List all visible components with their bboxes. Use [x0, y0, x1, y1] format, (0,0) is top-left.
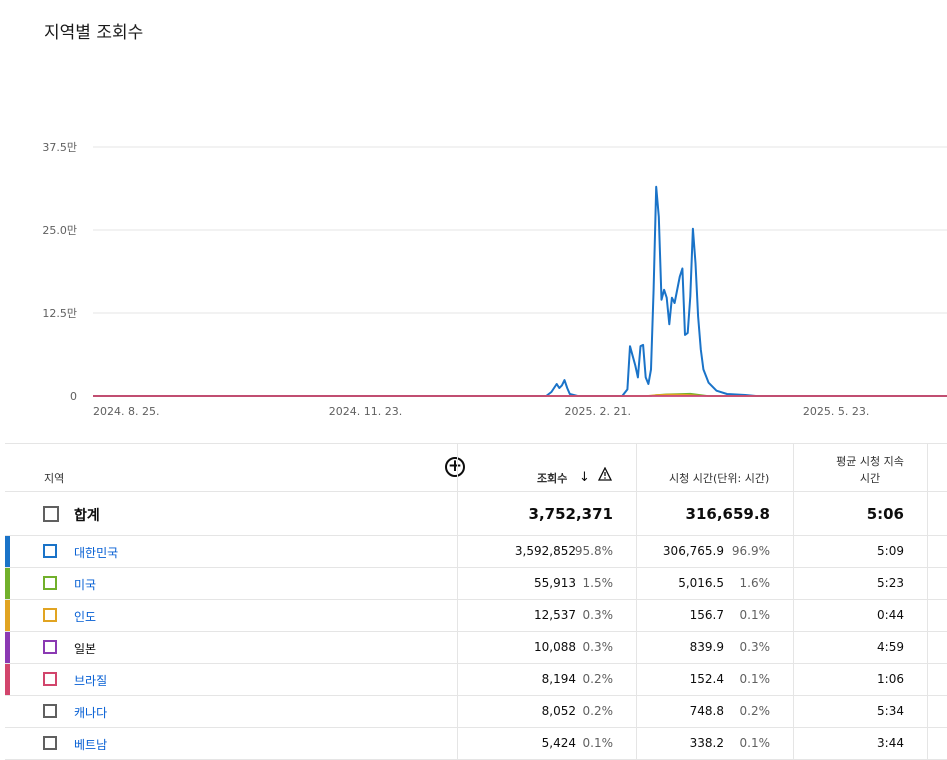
series-color-bar: [5, 568, 10, 599]
views-value: 3,592,852: [514, 544, 576, 558]
views-percent: 1.5%: [582, 576, 614, 590]
table-row: 인도 12,537 0.3% 156.7 0.1% 0:44: [5, 600, 947, 632]
series-line-korea: [93, 185, 947, 397]
region-name[interactable]: 베트남: [74, 736, 107, 753]
row-checkbox[interactable]: [43, 640, 57, 654]
x-tick-label: 2025. 2. 21.: [565, 405, 631, 418]
region-name[interactable]: 캐나다: [74, 704, 107, 721]
watch-time-value: 338.2: [689, 736, 724, 750]
row-checkbox[interactable]: [43, 672, 57, 686]
add-metric-button[interactable]: +: [445, 457, 465, 477]
views-value: 8,052: [541, 704, 576, 718]
views-value: 5,424: [541, 736, 576, 750]
row-checkbox[interactable]: [43, 704, 57, 718]
row-checkbox[interactable]: [43, 736, 57, 750]
series-color-bar: [5, 664, 10, 695]
table-row: 브라질 8,194 0.2% 152.4 0.1% 1:06: [5, 664, 947, 696]
series-color-bar: [5, 632, 10, 663]
watch-time-value: 748.8: [689, 704, 724, 718]
row-checkbox[interactable]: [43, 576, 57, 590]
region-name: 일본: [74, 642, 97, 656]
page-title: 지역별 조회수: [44, 23, 144, 43]
header-views[interactable]: 조회수: [537, 470, 567, 486]
region-name[interactable]: 브라질: [74, 672, 107, 689]
watch-time-percent: 0.3%: [739, 640, 771, 654]
y-tick-label: 12.5만: [42, 307, 77, 320]
watch-time-value: 306,765.9: [662, 544, 724, 558]
watch-time-percent: 1.6%: [739, 576, 771, 590]
series-color-bar: [5, 600, 10, 631]
total-label: 합계: [74, 508, 100, 524]
total-checkbox[interactable]: [43, 506, 59, 522]
table-row: 미국 55,913 1.5% 5,016.5 1.6% 5:23: [5, 568, 947, 600]
warning-icon[interactable]: [598, 467, 612, 481]
watch-time-percent: 0.1%: [739, 608, 771, 622]
y-tick-label: 0: [70, 390, 77, 403]
watch-time-percent: 0.2%: [739, 704, 771, 718]
x-tick-label: 2025. 5. 23.: [803, 405, 869, 418]
total-views: 3,752,371: [528, 505, 613, 523]
views-percent: 0.1%: [582, 736, 614, 750]
avg-duration-value: 1:06: [877, 672, 904, 686]
header-watch-time[interactable]: 시청 시간(단위: 시간): [669, 470, 769, 486]
views-percent: 0.2%: [582, 704, 614, 718]
sort-down-icon[interactable]: ↓: [579, 470, 590, 485]
table-row: 캐나다 8,052 0.2% 748.8 0.2% 5:34: [5, 696, 947, 728]
x-tick-label: 2024. 11. 23.: [329, 405, 402, 418]
watch-time-value: 152.4: [689, 672, 724, 686]
avg-duration-value: 5:09: [877, 544, 904, 558]
avg-duration-value: 0:44: [877, 608, 904, 622]
table-row: 베트남 5,424 0.1% 338.2 0.1% 3:44: [5, 728, 947, 760]
region-name[interactable]: 미국: [74, 576, 96, 593]
series-color-bar: [5, 536, 10, 567]
region-table: 지역 + 조회수 ↓ 시청 시간(단위: 시간) 평균 시청 지속 시간 합계 …: [5, 443, 947, 760]
views-percent: 0.2%: [582, 672, 614, 686]
watch-time-percent: 96.9%: [731, 544, 770, 558]
views-percent: 95.8%: [574, 544, 613, 558]
region-name[interactable]: 대한민국: [74, 544, 118, 561]
total-row: 합계 3,752,371 316,659.8 5:06: [5, 492, 947, 536]
y-tick-label: 25.0만: [42, 224, 77, 237]
views-value: 8,194: [541, 672, 576, 686]
total-avg-duration: 5:06: [866, 505, 904, 523]
total-watch-time: 316,659.8: [685, 505, 770, 523]
table-row: 일본 10,088 0.3% 839.9 0.3% 4:59: [5, 632, 947, 664]
avg-duration-value: 4:59: [877, 640, 904, 654]
table-row: 대한민국 3,592,852 95.8% 306,765.9 96.9% 5:0…: [5, 536, 947, 568]
views-percent: 0.3%: [582, 640, 614, 654]
region-name[interactable]: 인도: [74, 608, 96, 625]
watch-time-percent: 0.1%: [739, 736, 771, 750]
views-percent: 0.3%: [582, 608, 614, 622]
row-checkbox[interactable]: [43, 608, 57, 622]
views-value: 12,537: [534, 608, 576, 622]
header-region: 지역: [44, 472, 65, 485]
views-value: 55,913: [534, 576, 576, 590]
row-checkbox[interactable]: [43, 544, 57, 558]
watch-time-percent: 0.1%: [739, 672, 771, 686]
x-tick-label: 2024. 8. 25.: [93, 405, 159, 418]
avg-duration-value: 3:44: [877, 736, 904, 750]
views-value: 10,088: [534, 640, 576, 654]
avg-duration-value: 5:23: [877, 576, 904, 590]
table-header: 지역 + 조회수 ↓ 시청 시간(단위: 시간) 평균 시청 지속 시간: [5, 443, 947, 492]
watch-time-value: 839.9: [689, 640, 724, 654]
y-tick-label: 37.5만: [42, 141, 77, 154]
header-avg-duration[interactable]: 평균 시청 지속 시간: [831, 453, 909, 487]
watch-time-value: 5,016.5: [678, 576, 724, 590]
avg-duration-value: 5:34: [877, 704, 904, 718]
views-line-chart: 0 12.5만 25.0만 37.5만 2024. 8. 25. 2024. 11. 23…: [42, 141, 947, 418]
watch-time-value: 156.7: [689, 608, 724, 622]
